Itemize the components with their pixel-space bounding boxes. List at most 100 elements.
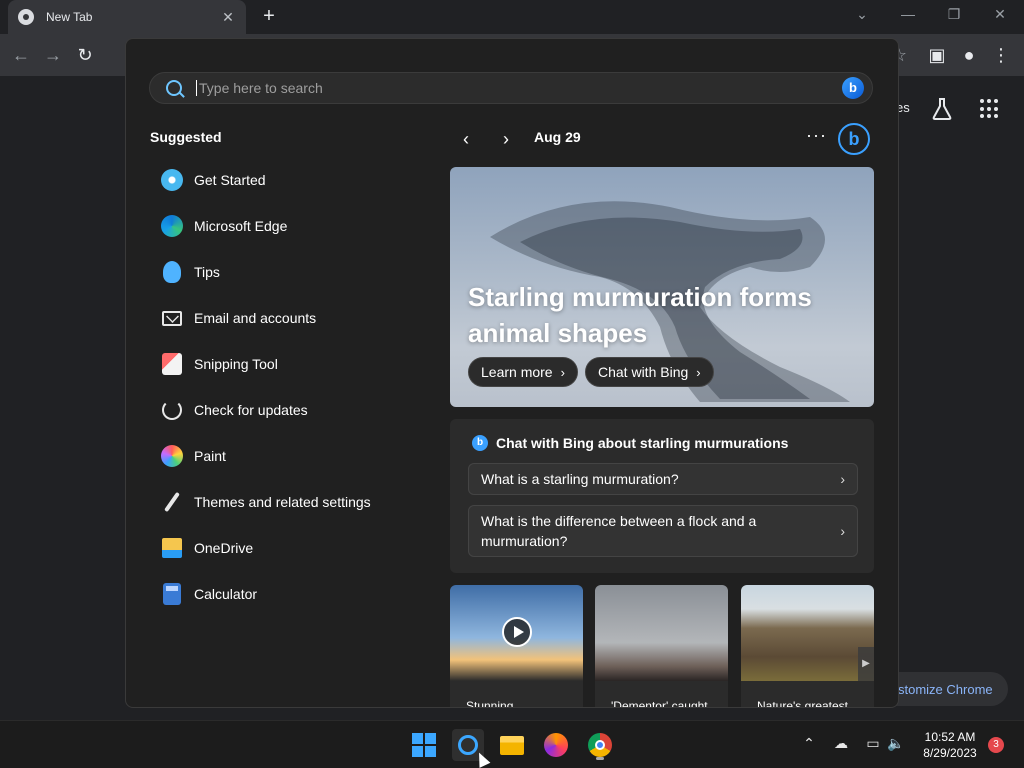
hero-card[interactable]: Starling murmuration forms animal shapes… bbox=[450, 167, 874, 407]
previous-arrow-icon[interactable]: ‹ bbox=[456, 129, 476, 149]
start-button[interactable] bbox=[408, 729, 440, 761]
close-window-icon[interactable]: ✕ bbox=[990, 6, 1010, 23]
refresh-icon bbox=[160, 398, 184, 422]
suggested-item-tips[interactable]: Tips bbox=[150, 249, 440, 295]
search-icon bbox=[458, 735, 478, 755]
thumb-caption: Stunning bbox=[466, 699, 514, 708]
volume-icon[interactable]: 🔈 bbox=[886, 735, 906, 752]
taskbar-chrome[interactable] bbox=[584, 729, 616, 761]
chrome-icon bbox=[588, 733, 612, 757]
suggested-item-get-started[interactable]: Get Started bbox=[150, 157, 440, 203]
new-tab-button[interactable]: + bbox=[258, 6, 280, 28]
firefox-icon bbox=[544, 733, 568, 757]
suggested-list: Get Started Microsoft Edge Tips Email an… bbox=[150, 157, 440, 617]
mail-icon bbox=[160, 306, 184, 330]
bing-chat-icon[interactable]: b bbox=[838, 123, 870, 155]
learn-more-button[interactable]: Learn more › bbox=[468, 357, 578, 387]
chat-with-bing-card: b Chat with Bing about starling murmurat… bbox=[450, 419, 874, 573]
suggested-item-label: Snipping Tool bbox=[194, 356, 278, 372]
chat-question-1[interactable]: What is a starling murmuration? › bbox=[468, 463, 858, 495]
tab-close-icon[interactable]: ✕ bbox=[220, 9, 236, 26]
more-options-icon[interactable]: ··· bbox=[806, 125, 827, 146]
news-thumb-2[interactable]: 'Dementor' caught bbox=[595, 585, 728, 708]
suggested-item-label: Tips bbox=[194, 264, 220, 280]
taskbar-firefox[interactable] bbox=[540, 729, 572, 761]
taskbar-file-explorer[interactable] bbox=[496, 729, 528, 761]
folder-icon bbox=[500, 735, 524, 755]
chat-with-bing-label: Chat with Bing bbox=[598, 364, 689, 380]
reload-icon[interactable]: ↻ bbox=[74, 44, 96, 66]
clock-date: 8/29/2023 bbox=[923, 746, 977, 760]
suggested-item-email[interactable]: Email and accounts bbox=[150, 295, 440, 341]
play-icon[interactable] bbox=[502, 617, 532, 647]
tab-title: New Tab bbox=[46, 10, 93, 24]
chevron-right-icon: › bbox=[696, 364, 701, 380]
question-text: What is the difference between a flock a… bbox=[481, 513, 757, 549]
chevron-right-icon: › bbox=[560, 364, 565, 380]
chat-question-2[interactable]: What is the difference between a flock a… bbox=[468, 505, 858, 557]
suggested-heading: Suggested bbox=[150, 129, 222, 145]
suggested-item-snipping-tool[interactable]: Snipping Tool bbox=[150, 341, 440, 387]
question-text: What is a starling murmuration? bbox=[481, 471, 679, 487]
edge-icon bbox=[160, 214, 184, 238]
snipping-tool-icon bbox=[160, 352, 184, 376]
clock-time: 10:52 AM bbox=[924, 730, 976, 744]
chat-with-bing-button[interactable]: Chat with Bing › bbox=[585, 357, 714, 387]
suggested-item-label: Themes and related settings bbox=[194, 494, 371, 510]
get-started-icon bbox=[160, 168, 184, 192]
paint-icon bbox=[160, 444, 184, 468]
suggested-item-label: Paint bbox=[194, 448, 226, 464]
brush-icon bbox=[160, 490, 184, 514]
news-thumb-1[interactable]: Stunning bbox=[450, 585, 583, 708]
labs-flask-icon[interactable] bbox=[932, 98, 952, 120]
suggested-item-label: OneDrive bbox=[194, 540, 254, 556]
bing-icon: b bbox=[472, 435, 488, 451]
tray-overflow-icon[interactable]: ⌃ bbox=[799, 735, 819, 752]
taskbar: ⌃ ☁ ▭ 🔈 10:52 AM 8/29/2023 3 bbox=[0, 720, 1024, 768]
tab-search-icon[interactable]: ⌄ bbox=[852, 6, 872, 23]
suggested-item-label: Microsoft Edge bbox=[194, 218, 288, 234]
next-arrow-icon[interactable]: › bbox=[496, 129, 516, 149]
customize-chrome-button[interactable]: stomize Chrome bbox=[880, 672, 1008, 706]
suggested-item-label: Check for updates bbox=[194, 402, 308, 418]
news-date: Aug 29 bbox=[534, 129, 581, 145]
tab-new-tab[interactable]: New Tab ✕ bbox=[8, 0, 246, 34]
notification-badge[interactable]: 3 bbox=[988, 737, 1004, 753]
hero-title: Starling murmuration forms animal shapes bbox=[468, 282, 812, 348]
scroll-right-icon[interactable]: ▶ bbox=[858, 647, 874, 681]
thumb-caption: 'Dementor' caught bbox=[611, 699, 708, 708]
suggested-item-label: Get Started bbox=[194, 172, 266, 188]
suggested-item-paint[interactable]: Paint bbox=[150, 433, 440, 479]
suggested-item-edge[interactable]: Microsoft Edge bbox=[150, 203, 440, 249]
search-icon bbox=[166, 80, 182, 96]
suggested-item-calculator[interactable]: Calculator bbox=[150, 571, 440, 617]
back-icon[interactable]: ← bbox=[10, 44, 32, 66]
google-apps-icon[interactable] bbox=[980, 99, 1000, 119]
thumb-image bbox=[595, 585, 728, 681]
chrome-favicon-icon bbox=[18, 9, 34, 25]
network-icon[interactable]: ▭ bbox=[863, 735, 883, 752]
forward-icon[interactable]: → bbox=[42, 44, 64, 66]
onedrive-tray-icon[interactable]: ☁ bbox=[831, 735, 851, 752]
bing-icon[interactable]: b bbox=[842, 77, 864, 99]
suggested-item-check-updates[interactable]: Check for updates bbox=[150, 387, 440, 433]
side-panel-icon[interactable]: ▣ bbox=[926, 44, 948, 66]
search-box[interactable]: b bbox=[149, 72, 873, 104]
news-thumbnails: Stunning 'Dementor' caught Nature's grea… bbox=[450, 585, 874, 708]
news-thumb-3[interactable]: Nature's greatest ▶ bbox=[741, 585, 874, 707]
suggested-item-themes[interactable]: Themes and related settings bbox=[150, 479, 440, 525]
suggested-item-label: Calculator bbox=[194, 586, 258, 602]
menu-icon[interactable]: ⋮ bbox=[990, 44, 1012, 66]
thumb-image bbox=[741, 585, 874, 681]
chat-card-title-text: Chat with Bing about starling murmuratio… bbox=[496, 435, 789, 451]
minimize-icon[interactable]: — bbox=[898, 6, 918, 22]
profile-icon[interactable]: ● bbox=[958, 44, 980, 66]
taskbar-clock[interactable]: 10:52 AM 8/29/2023 bbox=[912, 729, 988, 761]
chat-card-title: b Chat with Bing about starling murmurat… bbox=[472, 435, 788, 451]
suggested-item-onedrive[interactable]: OneDrive bbox=[150, 525, 440, 571]
search-input[interactable] bbox=[196, 80, 816, 96]
running-indicator bbox=[596, 757, 604, 760]
tab-strip: New Tab ✕ + ⌄ — ❐ ✕ bbox=[0, 0, 1024, 34]
restore-icon[interactable]: ❐ bbox=[944, 6, 964, 23]
search-flyout: b Suggested Get Started Microsoft Edge T… bbox=[125, 38, 899, 708]
